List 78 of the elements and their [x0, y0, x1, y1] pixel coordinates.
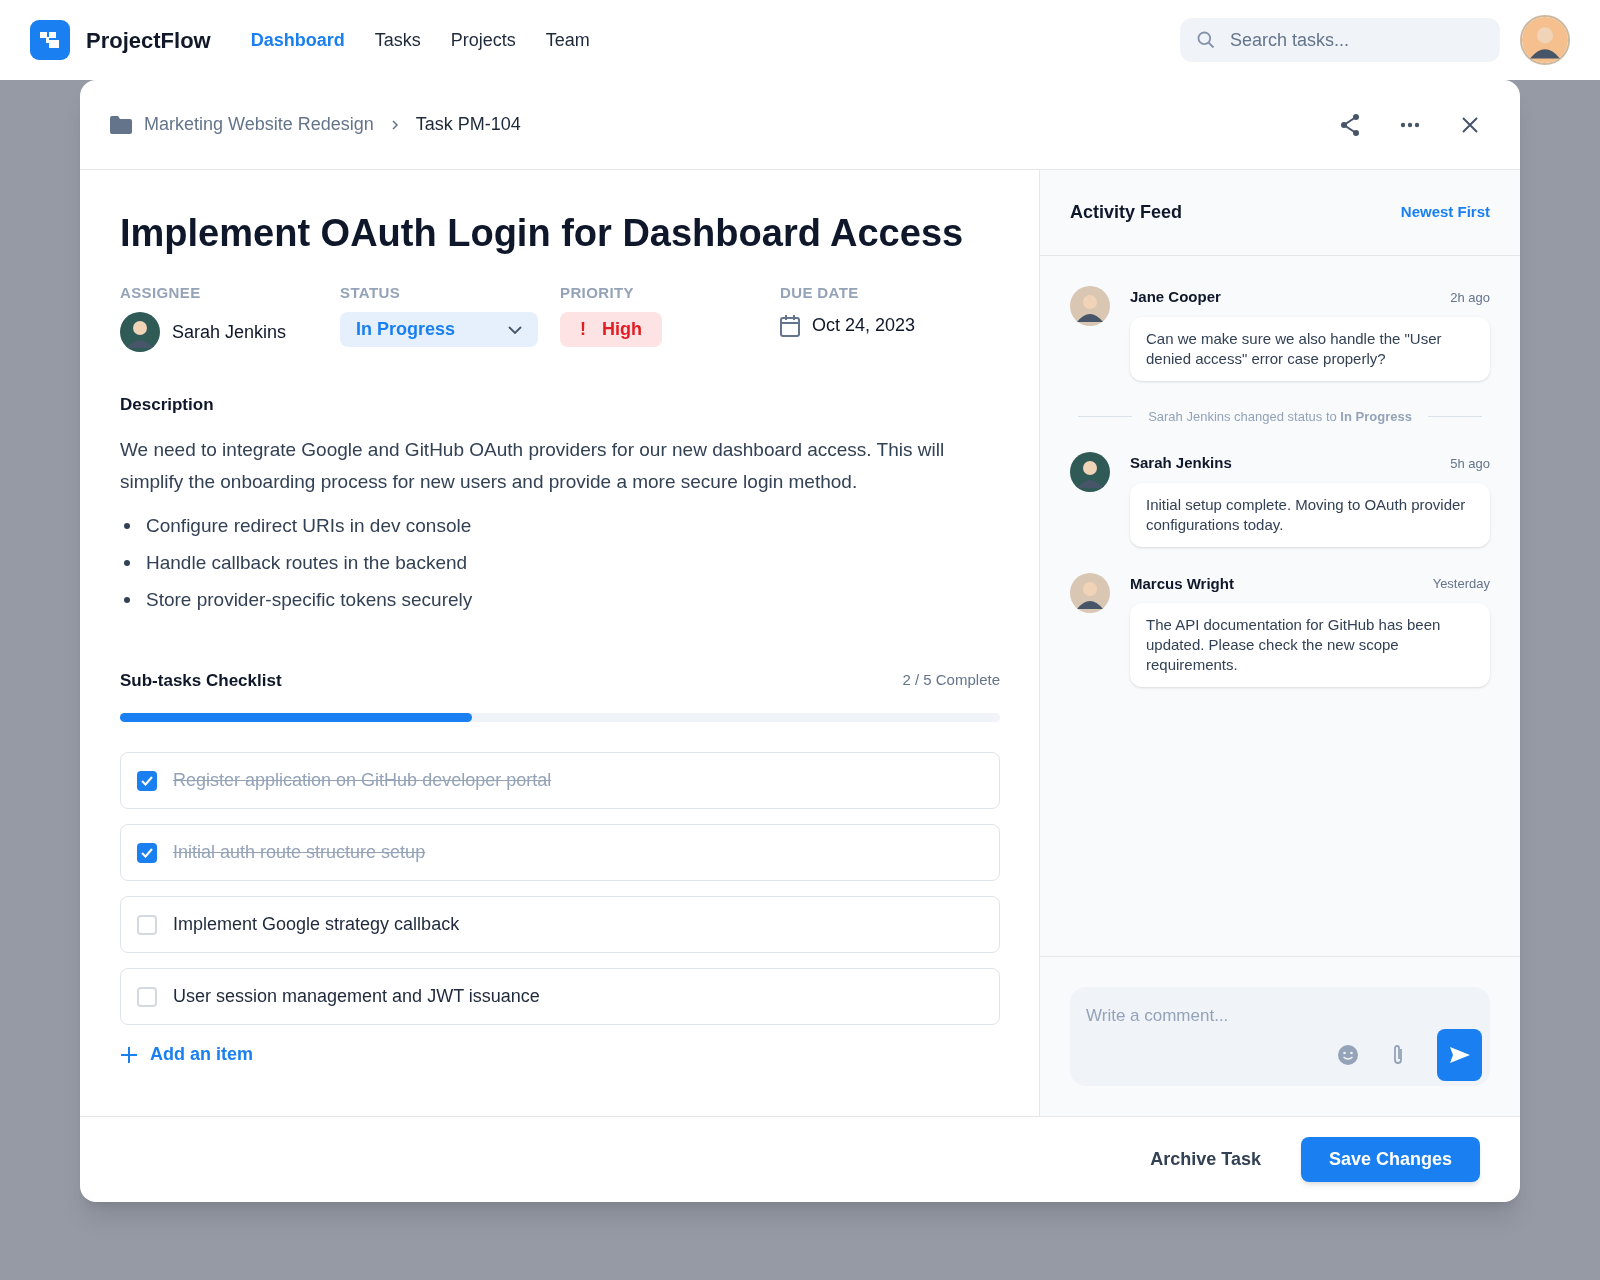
plus-icon — [120, 1045, 138, 1064]
check-icon — [141, 775, 153, 786]
nav-link[interactable]: Team — [545, 26, 590, 54]
comment-time: 5h ago — [1450, 454, 1490, 473]
avatar-icon — [1070, 452, 1110, 492]
avatar-icon — [1070, 286, 1110, 326]
comment-bubble: Can we make sure we also handle the "User denied access" error case properly? — [1130, 316, 1490, 381]
paperclip-icon[interactable] — [1391, 1043, 1405, 1066]
logo-icon — [30, 20, 70, 60]
share-icon — [1339, 112, 1361, 137]
checklist-item[interactable]: Initial auth route structure setup — [120, 824, 1000, 881]
status-dropdown[interactable]: In Progress — [340, 312, 538, 347]
app-name: ProjectFlow — [86, 26, 211, 55]
assignee-name: Sarah Jenkins — [172, 320, 287, 344]
save-button[interactable]: Save Changes — [1300, 1137, 1480, 1182]
checkbox[interactable] — [137, 914, 157, 935]
comment-bubble: The API documentation for GitHub has been updated. Please check the new scope requirements. — [1130, 603, 1490, 687]
field-label: STATUS — [340, 282, 402, 303]
sort-link[interactable]: Newest First — [1400, 201, 1490, 224]
search-icon — [1196, 30, 1216, 50]
task-title: Implement OAuth Login for Dashboard Access — [120, 211, 965, 256]
nav-link[interactable]: Dashboard — [250, 26, 345, 54]
comment-author: Marcus Wright — [1130, 573, 1234, 594]
field-label: ASSIGNEE — [120, 282, 202, 303]
bullet-text: Store provider-specific tokens securely — [146, 587, 473, 612]
checkbox[interactable] — [137, 986, 157, 1007]
checklist-item[interactable]: Implement Google strategy callback — [120, 896, 1000, 953]
avatar-icon — [1522, 17, 1568, 63]
breadcrumb-link[interactable]: Marketing Website Redesign — [144, 111, 374, 138]
comment-author: Jane Cooper — [1130, 287, 1221, 307]
progress-count: 2 / 5 Complete — [902, 670, 1000, 690]
nav-link[interactable]: Tasks — [374, 26, 421, 54]
profile-avatar[interactable] — [1520, 15, 1570, 65]
bullet-icon — [124, 522, 130, 529]
activity-event: Sarah Jenkins changed status to In Progress — [1148, 407, 1412, 426]
checklist-item[interactable]: Register application on GitHub developer portal — [120, 752, 1000, 809]
send-button[interactable] — [1437, 1028, 1482, 1081]
bullet-text: Configure redirect URIs in dev console — [146, 513, 472, 538]
chevron-down-icon — [508, 325, 522, 334]
comment-author: Sarah Jenkins — [1130, 453, 1232, 473]
search-field[interactable]: Search tasks... — [1180, 18, 1500, 62]
checklist-label: Register application on GitHub developer portal — [173, 769, 552, 792]
chevron-right-icon — [389, 119, 400, 130]
avatar-icon — [120, 312, 160, 352]
avatar-icon — [1070, 572, 1110, 613]
bullet-icon — [124, 559, 130, 566]
checklist-label: Initial auth route structure setup — [173, 841, 426, 864]
checklist-item[interactable]: User session management and JWT issuance — [120, 968, 1000, 1025]
checkbox[interactable] — [137, 842, 157, 863]
calendar-icon — [780, 314, 800, 337]
description-text: We need to integrate Google and GitHub OAuth providers for our new dashboard access. This will simplify the onboarding process for new users and provide a more secure login method. — [120, 437, 946, 494]
check-icon — [141, 847, 153, 858]
checkbox[interactable] — [137, 770, 157, 791]
panel-title: Activity Feed — [1070, 201, 1183, 224]
bullet-text: Handle callback routes in the backend — [146, 550, 468, 575]
priority-mark: ! — [580, 318, 586, 341]
emoji-icon[interactable] — [1337, 1043, 1359, 1066]
archive-button[interactable]: Archive Task — [1150, 1146, 1261, 1173]
bullet-icon — [124, 596, 130, 603]
comment-bubble: Initial setup complete. Moving to OAuth provider configurations today. — [1130, 482, 1490, 547]
field-label: PRIORITY — [560, 282, 635, 303]
folder-icon — [110, 115, 132, 134]
comment-time: 2h ago — [1450, 288, 1490, 307]
comment-field[interactable]: Write a comment... — [1086, 1003, 1474, 1029]
checklist-label: Implement Google strategy callback — [173, 913, 460, 936]
due-date: Oct 24, 2023 — [812, 314, 916, 337]
comment-time: Yesterday — [1432, 575, 1490, 593]
close-icon — [1461, 115, 1479, 134]
priority-value: High — [602, 318, 642, 341]
section-heading: Description — [120, 394, 215, 416]
section-heading: Sub-tasks Checklist — [120, 669, 282, 692]
checklist-label: User session management and JWT issuance — [173, 985, 540, 1008]
more-icon — [1400, 121, 1420, 128]
breadcrumb-current: Task PM-104 — [415, 113, 521, 136]
field-label: DUE DATE — [780, 282, 860, 303]
send-icon — [1448, 1045, 1471, 1064]
nav-link[interactable]: Projects — [450, 26, 516, 54]
add-item-button[interactable]: Add an item — [120, 1041, 253, 1068]
